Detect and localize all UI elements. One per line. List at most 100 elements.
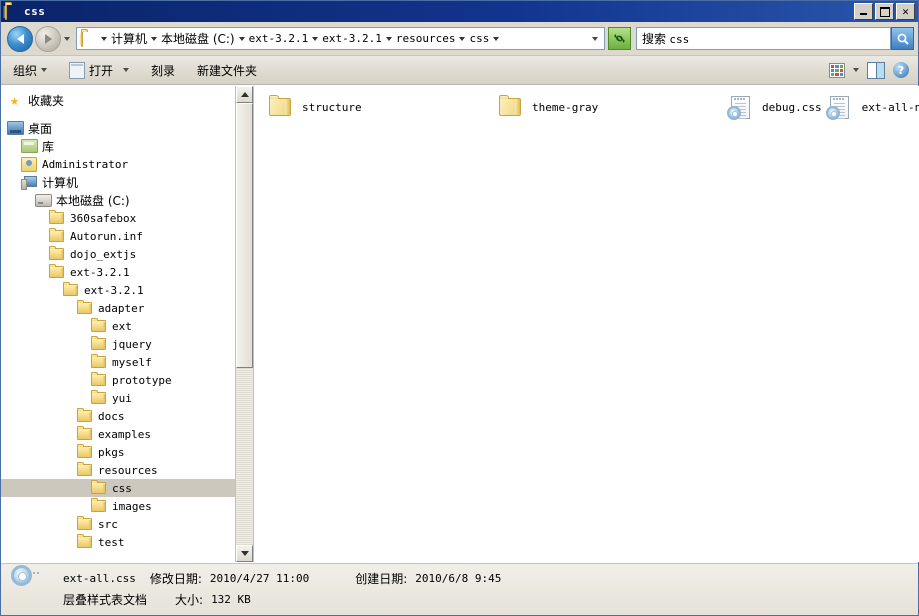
scroll-up-button[interactable]	[236, 86, 253, 103]
folder-icon	[91, 354, 108, 370]
details-size-label: 大小:	[175, 593, 204, 607]
history-dropdown-icon[interactable]	[61, 36, 73, 41]
change-view-button[interactable]	[825, 60, 849, 81]
address-dropdown-icon[interactable]	[588, 36, 602, 41]
open-label: 打开	[89, 63, 114, 78]
tree-item-myself[interactable]: myself	[1, 353, 253, 371]
folder-icon	[91, 318, 108, 334]
folder-tree: ★ 收藏夹桌面库 Administrator 计算机本地磁盘 (C:) 360safeb…	[1, 86, 253, 551]
tree-item-c[interactable]: 本地磁盘 (C:)	[1, 191, 253, 209]
tree-item-adapter[interactable]: adapter	[1, 299, 253, 317]
tree-item-label: 本地磁盘 (C:)	[56, 193, 130, 208]
tree-item-label: Administrator	[42, 157, 129, 171]
tree-item-dojo-extjs[interactable]: dojo_extjs	[1, 245, 253, 263]
folder-icon	[49, 264, 66, 280]
breadcrumb-sep[interactable]	[236, 36, 248, 41]
scroll-track[interactable]	[236, 103, 253, 545]
sidebar-scrollbar[interactable]	[235, 86, 253, 562]
tree-item-[interactable]: 桌面	[1, 119, 253, 137]
breadcrumb-item-4[interactable]: resources	[395, 32, 457, 45]
file-item[interactable]: structure	[264, 94, 494, 120]
tree-item-css[interactable]: css	[1, 479, 253, 497]
tree-item-label: ext	[112, 319, 132, 333]
tree-item-jquery[interactable]: jquery	[1, 335, 253, 353]
file-list[interactable]: structure theme-gray debug.css ext-all-noth…	[254, 86, 919, 562]
help-icon[interactable]: ?	[893, 62, 909, 78]
explorer-window: css ✕ 计算机 本地磁盘 (C:) ext-3.2.1 ext-3.2.1 …	[0, 0, 919, 616]
tree-item-[interactable]: 计算机	[1, 173, 253, 191]
details-created-value: 2010/6/8 9:45	[415, 572, 502, 585]
close-button[interactable]: ✕	[896, 3, 915, 20]
tree-item-yui[interactable]: yui	[1, 389, 253, 407]
file-item-label: theme-gray	[532, 100, 599, 114]
breadcrumb-item-2[interactable]: ext-3.2.1	[248, 32, 310, 45]
breadcrumb-sep[interactable]	[148, 36, 160, 41]
title-bar: css ✕	[1, 1, 918, 22]
minimize-button[interactable]	[854, 3, 873, 20]
tree-item-examples[interactable]: examples	[1, 425, 253, 443]
css-file-icon	[726, 94, 752, 120]
refresh-button[interactable]	[608, 27, 631, 50]
toolbar: 组织 打开 刻录 新建文件夹 ?	[1, 56, 918, 85]
file-item[interactable]: theme-gray	[494, 94, 724, 120]
breadcrumb-sep[interactable]	[456, 36, 468, 41]
details-file-type: 层叠样式表文档	[63, 593, 148, 607]
breadcrumb-item-0[interactable]: 计算机	[110, 30, 148, 47]
tree-item-[interactable]: 库	[1, 137, 253, 155]
tree-item-[interactable]: ★ 收藏夹	[1, 91, 253, 109]
details-row-1: ext-all.css 修改日期: 2010/4/27 11:00 创建日期: …	[63, 570, 501, 587]
scroll-down-button[interactable]	[236, 545, 253, 562]
maximize-button[interactable]	[875, 3, 894, 20]
tree-item-resources[interactable]: resources	[1, 461, 253, 479]
tree-item-administrator[interactable]: Administrator	[1, 155, 253, 173]
breadcrumb-sep[interactable]	[383, 36, 395, 41]
chevron-down-icon[interactable]	[853, 68, 859, 72]
search-input[interactable]: 搜索 css	[636, 27, 891, 50]
tree-item-ext[interactable]: ext	[1, 317, 253, 335]
preview-pane-icon	[867, 61, 885, 79]
preview-pane-button[interactable]	[863, 60, 889, 81]
css-file-icon	[11, 565, 51, 608]
folder-icon	[77, 426, 94, 442]
tree-item-label: src	[98, 517, 118, 531]
tree-item-ext-3-2-1[interactable]: ext-3.2.1	[1, 263, 253, 281]
breadcrumb-item-3[interactable]: ext-3.2.1	[321, 32, 383, 45]
burn-button[interactable]: 刻录	[144, 60, 182, 81]
file-item[interactable]: ext-all-notheme.css	[824, 94, 919, 120]
tree-item-ext-3-2-1[interactable]: ext-3.2.1	[1, 281, 253, 299]
folder-icon	[91, 480, 108, 496]
library-icon	[21, 139, 38, 154]
tree-item-pkgs[interactable]: pkgs	[1, 443, 253, 461]
user-folder-icon	[21, 156, 38, 172]
forward-button[interactable]	[35, 25, 61, 52]
breadcrumb-item-5[interactable]: css	[468, 32, 490, 45]
tree-item-docs[interactable]: docs	[1, 407, 253, 425]
organize-button[interactable]: 组织	[6, 60, 54, 81]
address-bar: 计算机 本地磁盘 (C:) ext-3.2.1 ext-3.2.1 resour…	[1, 22, 918, 56]
tree-item-images[interactable]: images	[1, 497, 253, 515]
open-button[interactable]: 打开	[62, 60, 136, 81]
folder-icon	[49, 210, 66, 226]
tree-item-360safebox[interactable]: 360safebox	[1, 209, 253, 227]
tree-item-autorun-inf[interactable]: Autorun.inf	[1, 227, 253, 245]
breadcrumb-sep[interactable]	[309, 36, 321, 41]
breadcrumb[interactable]: 计算机 本地磁盘 (C:) ext-3.2.1 ext-3.2.1 resour…	[76, 27, 605, 50]
tree-item-label: myself	[112, 355, 152, 369]
tree-item-src[interactable]: src	[1, 515, 253, 533]
tree-item-test[interactable]: test	[1, 533, 253, 551]
folder-icon	[77, 534, 94, 550]
back-button[interactable]	[7, 25, 33, 52]
tree-item-label: test	[98, 535, 125, 549]
new-folder-button[interactable]: 新建文件夹	[190, 60, 264, 81]
breadcrumb-item-1[interactable]: 本地磁盘 (C:)	[160, 30, 236, 47]
magnifier-icon[interactable]	[891, 27, 914, 50]
tree-item-label: Autorun.inf	[70, 229, 143, 243]
scroll-thumb[interactable]	[236, 103, 253, 369]
tree-item-prototype[interactable]: prototype	[1, 371, 253, 389]
file-item[interactable]: debug.css	[724, 94, 824, 120]
breadcrumb-sep[interactable]	[490, 36, 502, 41]
organize-label: 组织	[13, 63, 38, 78]
folder-icon	[63, 282, 80, 298]
tree-item-label: images	[112, 499, 152, 513]
